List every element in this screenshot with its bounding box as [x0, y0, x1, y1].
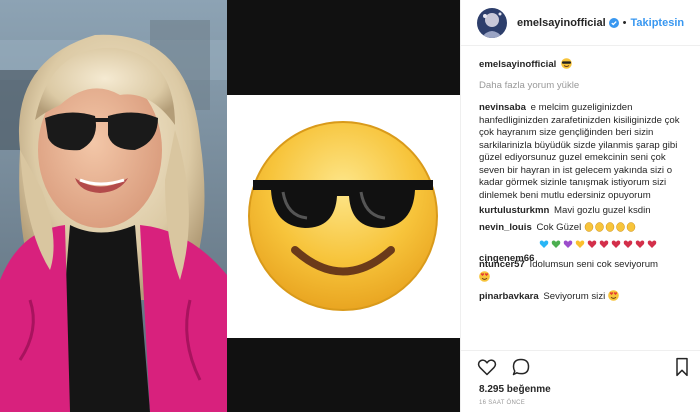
comments-list: emelsayinofficial Daha fazla yorum yükle…: [461, 46, 700, 350]
comment-item: pinarbavkara Seviyorum sizi: [479, 289, 687, 306]
comment-item: nevinsaba e melcim guzeliginizden hanfed…: [479, 102, 687, 202]
caption-username[interactable]: emelsayinofficial: [479, 59, 556, 70]
heart-eyes-emoji-icon: [479, 271, 687, 287]
comment-text: Idolumsun seni cok seviyorum: [529, 258, 659, 270]
likes-count[interactable]: 8.295 beğenme: [479, 384, 551, 395]
verified-badge-icon: [608, 17, 619, 28]
comment-text: Cok Güzel: [536, 221, 582, 233]
comment-username[interactable]: kurtulusturkmn: [479, 205, 549, 216]
instagram-post: emelsayinofficial • Takiptesin emelsayin…: [0, 0, 700, 412]
comment-username[interactable]: pinarbavkara: [479, 291, 539, 302]
comment-icon[interactable]: [511, 357, 531, 382]
caption: emelsayinofficial: [479, 58, 687, 74]
bookmark-icon[interactable]: [673, 357, 691, 382]
emoji-panel: [227, 0, 460, 412]
follow-button[interactable]: Takiptesin: [631, 17, 685, 29]
comment-item: kurtulusturkmn Mavi gozlu guzel ksdin: [479, 205, 687, 218]
comment-item: nevin_louis Cok Güzel: [479, 221, 687, 237]
comment-username[interactable]: ntuncer57: [479, 259, 525, 270]
post-photo: [0, 0, 227, 412]
sunglasses-emoji-icon: [561, 58, 572, 74]
separator-dot: •: [622, 16, 627, 29]
username-link[interactable]: emelsayinofficial: [517, 17, 606, 29]
heart-icon[interactable]: [477, 357, 497, 382]
comment-text: e melcim guzeliginizden hanfedliginizden…: [479, 102, 680, 201]
comment-username[interactable]: nevin_louis: [479, 222, 532, 233]
post-timestamp[interactable]: 16 SAAT ÖNCE: [479, 400, 525, 406]
sunglasses-smiley-emoji: [248, 121, 438, 311]
clapping-hands-emoji-icon: [584, 221, 636, 237]
comment-username[interactable]: nevinsaba: [479, 102, 526, 113]
comment-text: Seviyorum sizi: [543, 290, 606, 302]
action-icons: [477, 357, 531, 382]
post-sidebar: emelsayinofficial • Takiptesin emelsayin…: [460, 0, 700, 412]
heart-eyes-emoji-icon: [608, 289, 619, 306]
avatar[interactable]: [477, 7, 507, 38]
load-more-comments-link[interactable]: Daha fazla yorum yükle: [479, 80, 687, 93]
comment-item: ntuncer57 Idolumsun seni cok seviyorum: [479, 259, 687, 287]
post-header: emelsayinofficial • Takiptesin: [461, 0, 700, 46]
woman-portrait-photo: [0, 0, 227, 412]
avatar-image: [477, 7, 507, 38]
post-media[interactable]: [0, 0, 460, 412]
comment-text: Mavi gozlu guzel ksdin: [554, 205, 651, 216]
post-actions: 8.295 beğenme 16 SAAT ÖNCE: [461, 350, 700, 412]
